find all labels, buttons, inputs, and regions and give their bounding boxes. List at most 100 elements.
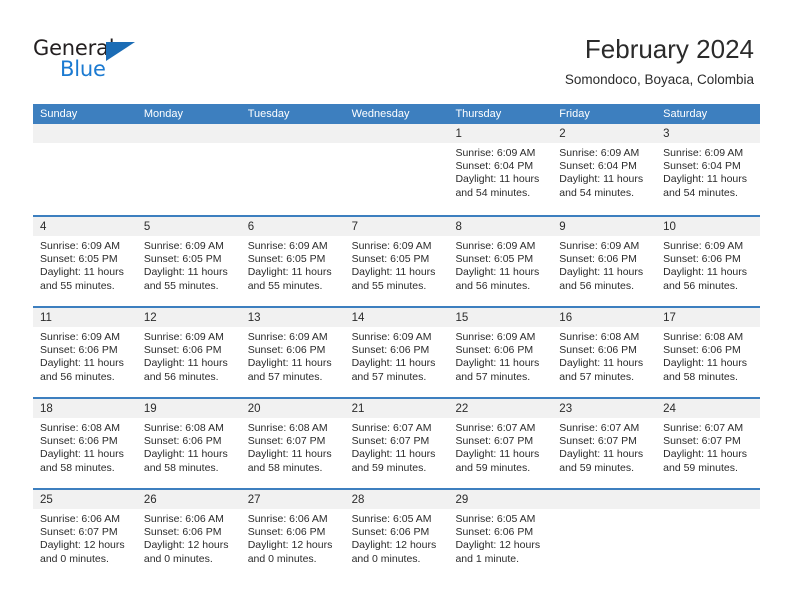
sunrise-text: Sunrise: 6:09 AM xyxy=(559,147,640,159)
sunrise-text: Sunrise: 6:07 AM xyxy=(663,422,744,434)
day-number: 3 xyxy=(663,128,670,140)
sunrise-text: Sunrise: 6:05 AM xyxy=(455,513,536,525)
daylight-text-line1: Daylight: 12 hours xyxy=(351,539,437,552)
sunrise-text: Sunrise: 6:08 AM xyxy=(663,331,744,343)
day-number: 26 xyxy=(143,494,157,506)
day-sun-info: Sunrise: 6:09 AM Sunset: 6:04 PM Daylight:… xyxy=(448,143,552,200)
day-cell-22[interactable]: 22 Sunrise: 6:07 AM Sunset: 6:07 PM Dayligh… xyxy=(448,399,553,488)
day-cell-7[interactable]: 7 Sunrise: 6:09 AM Sunset: 6:05 PM Daylight… xyxy=(344,217,449,306)
daylight-text-line2: and 54 minutes. xyxy=(455,186,531,199)
day-number: 27 xyxy=(247,494,261,506)
day-sun-info: Sunrise: 6:08 AM Sunset: 6:06 PM Daylight:… xyxy=(33,418,137,475)
daylight-text-line2: and 56 minutes. xyxy=(40,370,115,383)
day-cell-23[interactable]: 23 Sunrise: 6:07 AM Sunset: 6:07 PM Dayligh… xyxy=(552,399,657,488)
day-cell-27[interactable]: 27 Sunrise: 6:06 AM Sunset: 6:06 PM Dayligh… xyxy=(240,490,345,579)
day-sun-info: Sunrise: 6:09 AM Sunset: 6:04 PM Daylight:… xyxy=(656,143,760,200)
day-number: 4 xyxy=(40,221,47,233)
day-number-band: 23 xyxy=(552,399,657,418)
day-number-band: 17 xyxy=(656,308,761,327)
sunset-text: Sunset: 6:06 PM xyxy=(247,344,326,357)
daylight-text-line1: Daylight: 11 hours xyxy=(559,448,644,461)
day-cell-21[interactable]: 21 Sunrise: 6:07 AM Sunset: 6:07 PM Dayligh… xyxy=(344,399,449,488)
sunrise-text: Sunrise: 6:05 AM xyxy=(351,513,432,525)
daylight-text-line1: Daylight: 11 hours xyxy=(455,266,540,279)
sunset-text: Sunset: 6:05 PM xyxy=(247,253,326,266)
day-cell-18[interactable]: 18 Sunrise: 6:08 AM Sunset: 6:06 PM Dayligh… xyxy=(33,399,137,488)
day-cell-15[interactable]: 15 Sunrise: 6:09 AM Sunset: 6:06 PM Dayligh… xyxy=(448,308,553,397)
daylight-text-line2: and 0 minutes. xyxy=(351,552,421,565)
day-cell-17[interactable]: 17 Sunrise: 6:08 AM Sunset: 6:06 PM Dayligh… xyxy=(656,308,761,397)
daylight-text-line2: and 56 minutes. xyxy=(559,279,635,292)
day-sun-info: Sunrise: 6:09 AM Sunset: 6:05 PM Daylight:… xyxy=(137,236,241,293)
sunrise-text: Sunrise: 6:09 AM xyxy=(247,240,328,252)
sunset-text: Sunset: 6:06 PM xyxy=(40,344,118,357)
day-sun-info: Sunrise: 6:06 AM Sunset: 6:06 PM Daylight:… xyxy=(241,509,345,566)
day-number-band: 19 xyxy=(136,399,241,418)
day-cell-25[interactable]: 25 Sunrise: 6:06 AM Sunset: 6:07 PM Dayligh… xyxy=(33,490,137,579)
daylight-text-line2: and 0 minutes. xyxy=(143,552,213,565)
day-sun-info: Sunrise: 6:07 AM Sunset: 6:07 PM Daylight:… xyxy=(552,418,656,475)
day-cell-19[interactable]: 19 Sunrise: 6:08 AM Sunset: 6:06 PM Dayligh… xyxy=(136,399,241,488)
day-cell-12[interactable]: 12 Sunrise: 6:09 AM Sunset: 6:06 PM Dayligh… xyxy=(136,308,241,397)
daylight-text-line1: Daylight: 11 hours xyxy=(455,173,540,186)
daylight-text-line2: and 57 minutes. xyxy=(351,370,427,383)
day-cell-empty xyxy=(33,124,137,215)
day-sun-info: Sunrise: 6:06 AM Sunset: 6:06 PM Daylight:… xyxy=(137,509,241,566)
day-cell-6[interactable]: 6 Sunrise: 6:09 AM Sunset: 6:05 PM Daylight… xyxy=(240,217,345,306)
sunrise-text: Sunrise: 6:07 AM xyxy=(351,422,432,434)
day-sun-info: Sunrise: 6:09 AM Sunset: 6:06 PM Daylight:… xyxy=(33,327,137,384)
day-number: 22 xyxy=(455,403,469,415)
day-cell-14[interactable]: 14 Sunrise: 6:09 AM Sunset: 6:06 PM Dayligh… xyxy=(344,308,449,397)
daylight-text-line2: and 55 minutes. xyxy=(247,279,323,292)
day-number: 21 xyxy=(351,403,365,415)
day-cell-1[interactable]: 1 Sunrise: 6:09 AM Sunset: 6:04 PM Daylight… xyxy=(448,124,553,215)
title-block: February 2024 Somondoco, Boyaca, Colombi… xyxy=(565,33,754,89)
sunset-text: Sunset: 6:06 PM xyxy=(247,526,326,539)
general-blue-logo: General Blue xyxy=(33,36,153,84)
daylight-text-line2: and 54 minutes. xyxy=(663,186,738,199)
daylight-text-line1: Daylight: 11 hours xyxy=(351,357,436,370)
day-number-band xyxy=(136,124,241,143)
day-cell-29[interactable]: 29 Sunrise: 6:05 AM Sunset: 6:06 PM Dayligh… xyxy=(448,490,553,579)
sunset-text: Sunset: 6:06 PM xyxy=(143,344,222,357)
weekday-header-row: Sunday Monday Tuesday Wednesday Thursday Frid… xyxy=(33,104,760,124)
day-cell-empty xyxy=(552,490,657,579)
sunset-text: Sunset: 6:05 PM xyxy=(351,253,430,266)
weekday-header-thursday: Thursday xyxy=(455,108,502,120)
day-number: 5 xyxy=(143,221,151,233)
day-cell-4[interactable]: 4 Sunrise: 6:09 AM Sunset: 6:05 PM Daylight… xyxy=(33,217,137,306)
daylight-text-line1: Daylight: 11 hours xyxy=(40,448,124,461)
sunset-text: Sunset: 6:05 PM xyxy=(143,253,222,266)
day-cell-2[interactable]: 2 Sunrise: 6:09 AM Sunset: 6:04 PM Daylight… xyxy=(552,124,657,215)
day-cell-8[interactable]: 8 Sunrise: 6:09 AM Sunset: 6:05 PM Daylight… xyxy=(448,217,553,306)
day-cell-26[interactable]: 26 Sunrise: 6:06 AM Sunset: 6:06 PM Dayligh… xyxy=(136,490,241,579)
day-sun-info: Sunrise: 6:09 AM Sunset: 6:05 PM Daylight:… xyxy=(448,236,552,293)
sunset-text: Sunset: 6:07 PM xyxy=(559,435,637,448)
sunset-text: Sunset: 6:07 PM xyxy=(351,435,430,448)
day-number: 13 xyxy=(247,312,261,324)
calendar-week-row: 18 Sunrise: 6:08 AM Sunset: 6:06 PM Dayligh… xyxy=(33,397,761,488)
day-cell-28[interactable]: 28 Sunrise: 6:05 AM Sunset: 6:06 PM Dayligh… xyxy=(344,490,449,579)
day-number-band: 7 xyxy=(344,217,449,236)
day-cell-10[interactable]: 10 Sunrise: 6:09 AM Sunset: 6:06 PM Dayligh… xyxy=(656,217,761,306)
daylight-text-line2: and 56 minutes. xyxy=(143,370,219,383)
day-cell-16[interactable]: 16 Sunrise: 6:08 AM Sunset: 6:06 PM Dayligh… xyxy=(552,308,657,397)
day-cell-11[interactable]: 11 Sunrise: 6:09 AM Sunset: 6:06 PM Dayligh… xyxy=(33,308,137,397)
sunset-text: Sunset: 6:06 PM xyxy=(455,344,534,357)
daylight-text-line1: Daylight: 11 hours xyxy=(247,357,332,370)
day-cell-24[interactable]: 24 Sunrise: 6:07 AM Sunset: 6:07 PM Dayligh… xyxy=(656,399,761,488)
day-cell-20[interactable]: 20 Sunrise: 6:08 AM Sunset: 6:07 PM Dayligh… xyxy=(240,399,345,488)
daylight-text-line2: and 57 minutes. xyxy=(247,370,323,383)
sunrise-text: Sunrise: 6:06 AM xyxy=(247,513,328,525)
day-number-band xyxy=(656,490,761,509)
day-number-band: 1 xyxy=(448,124,553,143)
day-cell-5[interactable]: 5 Sunrise: 6:09 AM Sunset: 6:05 PM Daylight… xyxy=(136,217,241,306)
day-cell-9[interactable]: 9 Sunrise: 6:09 AM Sunset: 6:06 PM Daylight… xyxy=(552,217,657,306)
day-cell-13[interactable]: 13 Sunrise: 6:09 AM Sunset: 6:06 PM Dayligh… xyxy=(240,308,345,397)
daylight-text-line1: Daylight: 11 hours xyxy=(559,266,644,279)
day-number: 14 xyxy=(351,312,365,324)
calendar-weeks: 1 Sunrise: 6:09 AM Sunset: 6:04 PM Daylight… xyxy=(33,124,761,579)
sunrise-text: Sunrise: 6:09 AM xyxy=(455,240,536,252)
sunrise-text: Sunrise: 6:09 AM xyxy=(40,240,120,252)
day-cell-3[interactable]: 3 Sunrise: 6:09 AM Sunset: 6:04 PM Daylight… xyxy=(656,124,761,215)
